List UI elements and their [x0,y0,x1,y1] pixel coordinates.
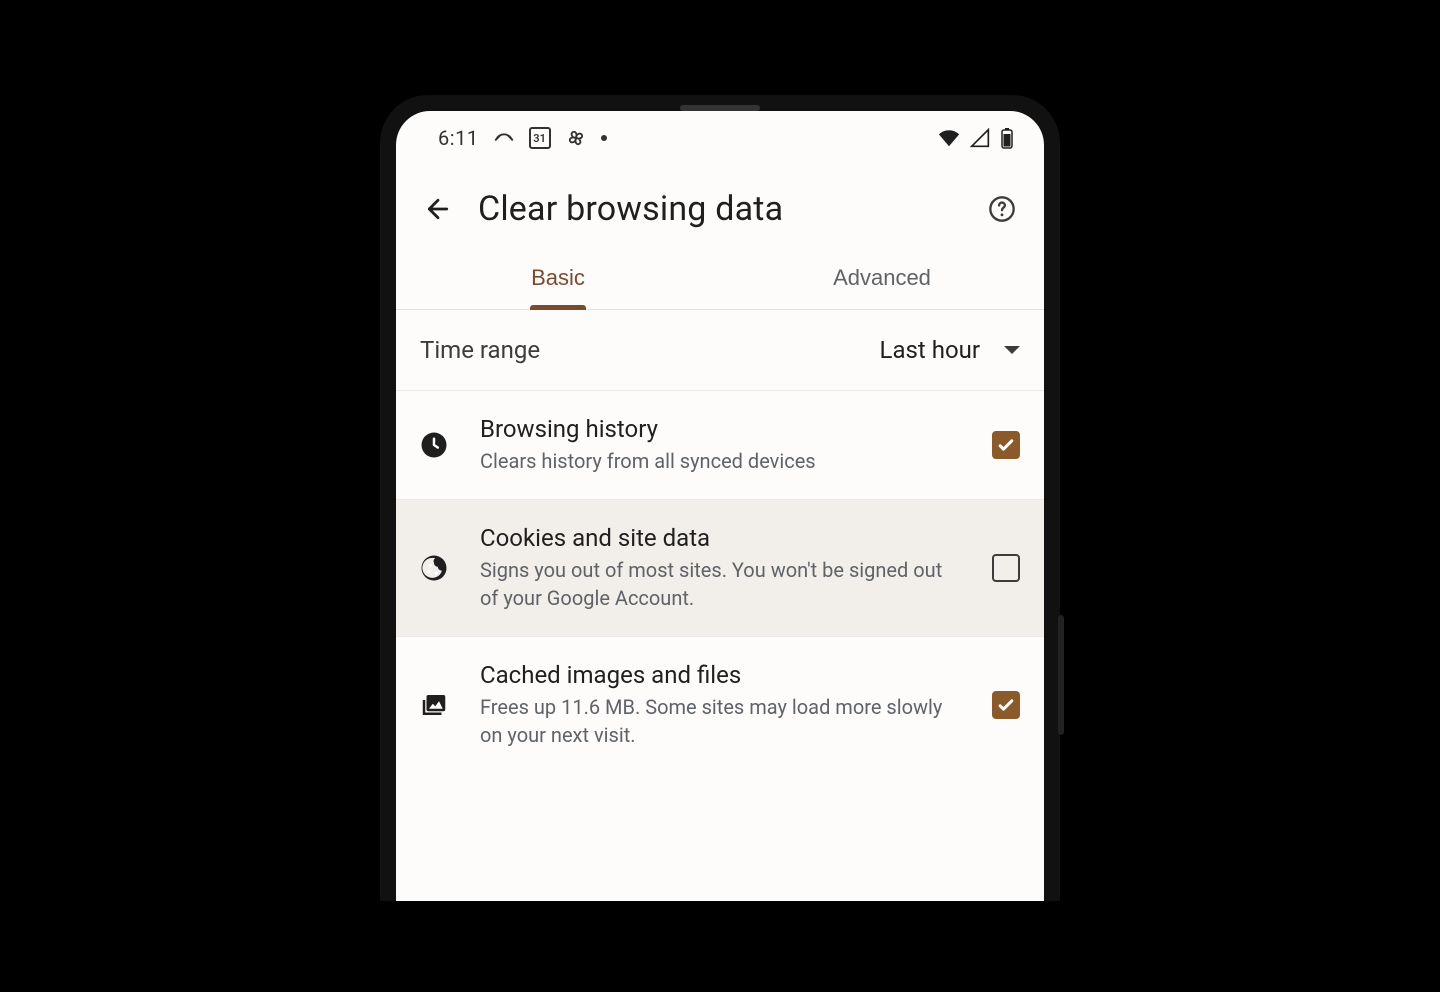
back-button[interactable] [416,187,460,231]
more-notifications-dot-icon [601,135,607,141]
option-browsing-history[interactable]: Browsing history Clears history from all… [396,391,1044,500]
time-range-value: Last hour [880,336,980,364]
images-icon [416,690,452,720]
status-left-group: 6:11 31 [438,126,607,150]
arrow-left-icon [423,194,453,224]
option-text: Cached images and files Frees up 11.6 MB… [480,661,964,749]
option-text: Cookies and site data Signs you out of m… [480,524,964,612]
cell-signal-icon [970,128,990,148]
option-title: Browsing history [480,415,964,443]
option-title: Cookies and site data [480,524,964,552]
calendar-day-label: 31 [531,129,549,147]
cookie-icon [416,553,452,583]
help-icon [988,195,1016,223]
status-right-group [938,127,1014,149]
checkbox-browsing-history[interactable] [992,431,1020,459]
status-bar: 6:11 31 [396,111,1044,165]
option-text: Browsing history Clears history from all… [480,415,964,475]
pinwheel-icon [565,127,587,149]
time-range-value-wrap: Last hour [880,336,1020,364]
app-bar: Clear browsing data [396,165,1044,249]
calendar-icon: 31 [529,127,551,149]
phone-notch [680,105,760,111]
checkbox-cache[interactable] [992,691,1020,719]
phone-frame: 6:11 31 [380,95,1060,901]
option-cache[interactable]: Cached images and files Frees up 11.6 MB… [396,637,1044,773]
option-cookies[interactable]: Cookies and site data Signs you out of m… [396,500,1044,637]
status-time: 6:11 [438,126,479,150]
time-range-label: Time range [420,336,540,364]
tabs: Basic Advanced [396,249,1044,310]
option-description: Frees up 11.6 MB. Some sites may load mo… [480,693,964,749]
wifi-icon [938,127,960,149]
battery-icon [1000,127,1014,149]
phone-screen: 6:11 31 [396,111,1044,901]
tab-basic[interactable]: Basic [396,249,720,309]
missed-call-icon [493,127,515,149]
help-button[interactable] [980,187,1024,231]
option-title: Cached images and files [480,661,964,689]
option-description: Signs you out of most sites. You won't b… [480,556,964,612]
option-description: Clears history from all synced devices [480,447,964,475]
check-icon [996,435,1016,455]
clock-icon [416,430,452,460]
page-title: Clear browsing data [478,189,962,229]
tab-advanced[interactable]: Advanced [720,249,1044,309]
checkbox-cookies[interactable] [992,554,1020,582]
phone-side-button [1058,615,1064,735]
chevron-down-icon [1004,346,1020,354]
check-icon [996,695,1016,715]
time-range-selector[interactable]: Time range Last hour [396,310,1044,391]
